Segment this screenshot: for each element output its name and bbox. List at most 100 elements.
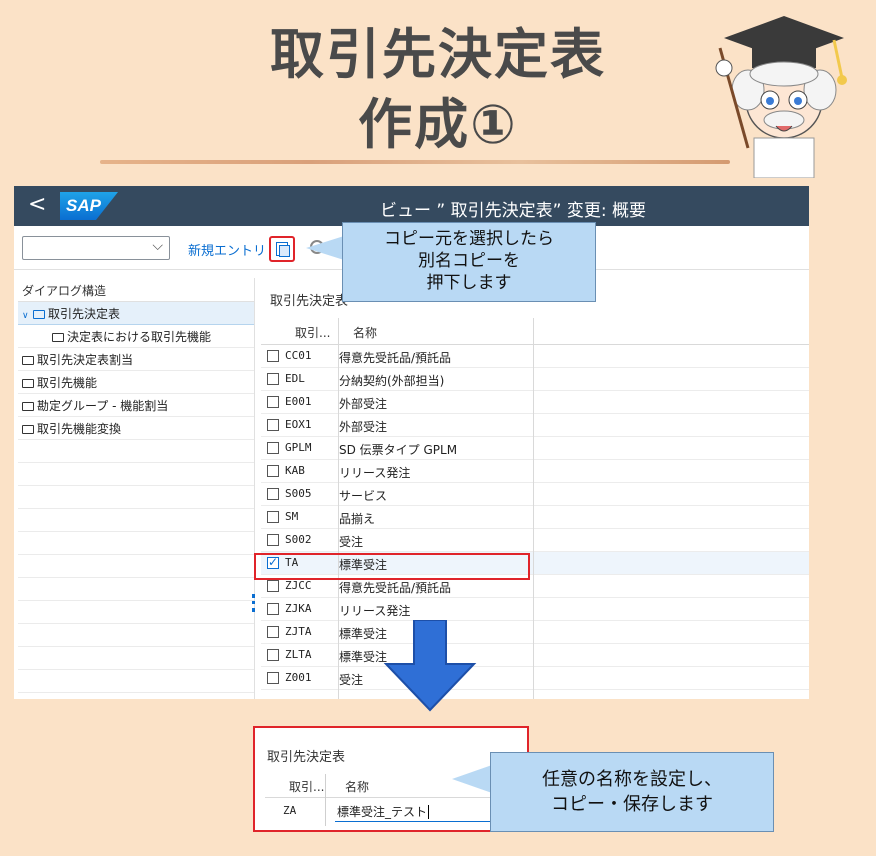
tree-item-label: 取引先決定表割当 <box>37 353 134 367</box>
tree-item-label: 取引先機能変換 <box>37 422 122 436</box>
row-checkbox[interactable] <box>267 580 279 592</box>
table-row[interactable]: S002 受注 <box>261 529 809 552</box>
row-checkbox[interactable] <box>267 672 279 684</box>
selected-row-highlight <box>254 553 530 580</box>
folder-icon <box>22 402 34 411</box>
table-row[interactable]: GPLM SD 伝票タイプ GPLM <box>261 437 809 460</box>
table-row[interactable]: CC01 得意先受託品/預託品 <box>261 345 809 368</box>
tree-empty-row <box>18 509 254 532</box>
row-checkbox[interactable] <box>267 396 279 408</box>
copy-hint-callout: コピー元を選択したら 別名コピーを 押下します <box>342 222 596 302</box>
shell-bar: < SAP ビュー ” 取引先決定表” 変更: 概要 <box>14 186 809 226</box>
row-code: ZLTA <box>285 648 312 661</box>
new-code-field[interactable]: ZA <box>283 804 296 817</box>
row-code: KAB <box>285 464 305 477</box>
table-row[interactable]: ZLTA 標準受注 <box>261 644 809 667</box>
splitter-handle-icon[interactable] <box>252 594 255 612</box>
row-code: ZJCC <box>285 579 312 592</box>
table-row[interactable]: E001 外部受注 <box>261 391 809 414</box>
callout-line: コピー・保存します <box>551 794 713 815</box>
tree-empty-row <box>18 624 254 647</box>
dropdown-chevron-icon: ⌵ <box>152 238 163 254</box>
row-checkbox[interactable] <box>267 350 279 362</box>
row-name: SD 伝票タイプ GPLM <box>339 443 458 457</box>
row-code: EOX1 <box>285 418 312 431</box>
folder-icon <box>22 379 34 388</box>
back-chevron-icon[interactable]: < <box>28 192 46 217</box>
callout-tail <box>306 236 344 260</box>
row-name: リリース発注 <box>339 466 411 480</box>
folder-icon <box>33 310 45 319</box>
panel-splitter[interactable] <box>254 278 255 699</box>
tree-empty-row <box>18 601 254 624</box>
tree-empty-row <box>18 486 254 509</box>
folder-icon <box>22 356 34 365</box>
new-entry-button[interactable]: 新規エントリ <box>188 240 266 259</box>
column-divider <box>338 318 339 699</box>
tree-item-label: 取引先機能 <box>37 376 98 390</box>
callout-line: 押下します <box>426 273 512 293</box>
dialog-structure-header: ダイアログ構造 <box>18 278 254 302</box>
tree-item-account-group[interactable]: 勘定グループ - 機能割当 <box>18 394 254 417</box>
tree-empty-row <box>18 532 254 555</box>
callout-tail <box>452 765 492 793</box>
table-row[interactable]: Z001 受注 <box>261 667 809 690</box>
column-header-code[interactable]: 取引... <box>295 324 330 341</box>
row-code: S005 <box>285 487 312 500</box>
column-header-name[interactable]: 名称 <box>353 324 377 341</box>
copy-as-button[interactable] <box>269 236 295 262</box>
table-row[interactable]: EOX1 外部受注 <box>261 414 809 437</box>
table-row[interactable]: ZJKA リリース発注 <box>261 598 809 621</box>
row-checkbox[interactable] <box>267 534 279 546</box>
new-name-value: 標準受注_テスト <box>337 805 428 819</box>
row-checkbox[interactable] <box>267 419 279 431</box>
row-name: 受注 <box>339 673 364 687</box>
tree-item-partner-determination[interactable]: ∨ 取引先決定表 <box>18 302 254 325</box>
tree-item-label: 取引先決定表 <box>48 307 121 321</box>
tree-empty-row <box>18 670 254 693</box>
view-dropdown[interactable]: ⌵ <box>22 236 170 260</box>
row-checkbox[interactable] <box>267 488 279 500</box>
copy-result-title: 取引先決定表 <box>267 750 346 765</box>
row-code: S002 <box>285 533 312 546</box>
tree-item-functions-in-table[interactable]: 決定表における取引先機能 <box>18 325 254 348</box>
save-hint-callout: 任意の名称を設定し、 コピー・保存します <box>490 752 774 832</box>
row-checkbox[interactable] <box>267 649 279 661</box>
expand-chevron-icon[interactable]: ∨ <box>22 311 32 321</box>
row-code: E001 <box>285 395 312 408</box>
row-checkbox[interactable] <box>267 626 279 638</box>
row-name: 分納契約(外部担当) <box>339 374 445 388</box>
table-row[interactable]: SM 品揃え <box>261 506 809 529</box>
table-row[interactable]: KAB リリース発注 <box>261 460 809 483</box>
row-name: 外部受注 <box>339 397 388 411</box>
partner-table: 取引... 名称 CC01 得意先受託品/預託品 EDL 分納契約(外部担当) E001… <box>261 318 809 690</box>
folder-icon <box>22 425 34 434</box>
callout-line: コピー元を選択したら <box>384 229 554 249</box>
down-arrow-icon <box>383 620 477 712</box>
column-header-code[interactable]: 取引... <box>289 778 324 795</box>
row-checkbox[interactable] <box>267 603 279 615</box>
callout-line: 別名コピーを <box>418 251 520 271</box>
professor-illustration <box>715 16 847 178</box>
row-checkbox[interactable] <box>267 442 279 454</box>
row-name: 外部受注 <box>339 420 388 434</box>
sap-logo: SAP <box>60 192 118 220</box>
table-row[interactable]: EDL 分納契約(外部担当) <box>261 368 809 391</box>
column-divider <box>533 318 534 699</box>
tree-item-assignment[interactable]: 取引先決定表割当 <box>18 348 254 371</box>
tree-item-partner-functions[interactable]: 取引先機能 <box>18 371 254 394</box>
table-row[interactable]: ZJTA 標準受注 <box>261 621 809 644</box>
copy-as-icon-front <box>279 245 290 257</box>
row-code: CC01 <box>285 349 312 362</box>
row-checkbox[interactable] <box>267 465 279 477</box>
tree-item-function-conversion[interactable]: 取引先機能変換 <box>18 417 254 440</box>
row-checkbox[interactable] <box>267 373 279 385</box>
column-header-name[interactable]: 名称 <box>345 778 369 795</box>
row-name: 品揃え <box>339 512 376 526</box>
table-row[interactable]: S005 サービス <box>261 483 809 506</box>
callout-line: 任意の名称を設定し、 <box>542 769 722 790</box>
text-cursor <box>428 805 430 819</box>
row-checkbox[interactable] <box>267 511 279 523</box>
row-code: ZJTA <box>285 625 312 638</box>
new-name-input[interactable]: 標準受注_テスト <box>335 800 515 822</box>
